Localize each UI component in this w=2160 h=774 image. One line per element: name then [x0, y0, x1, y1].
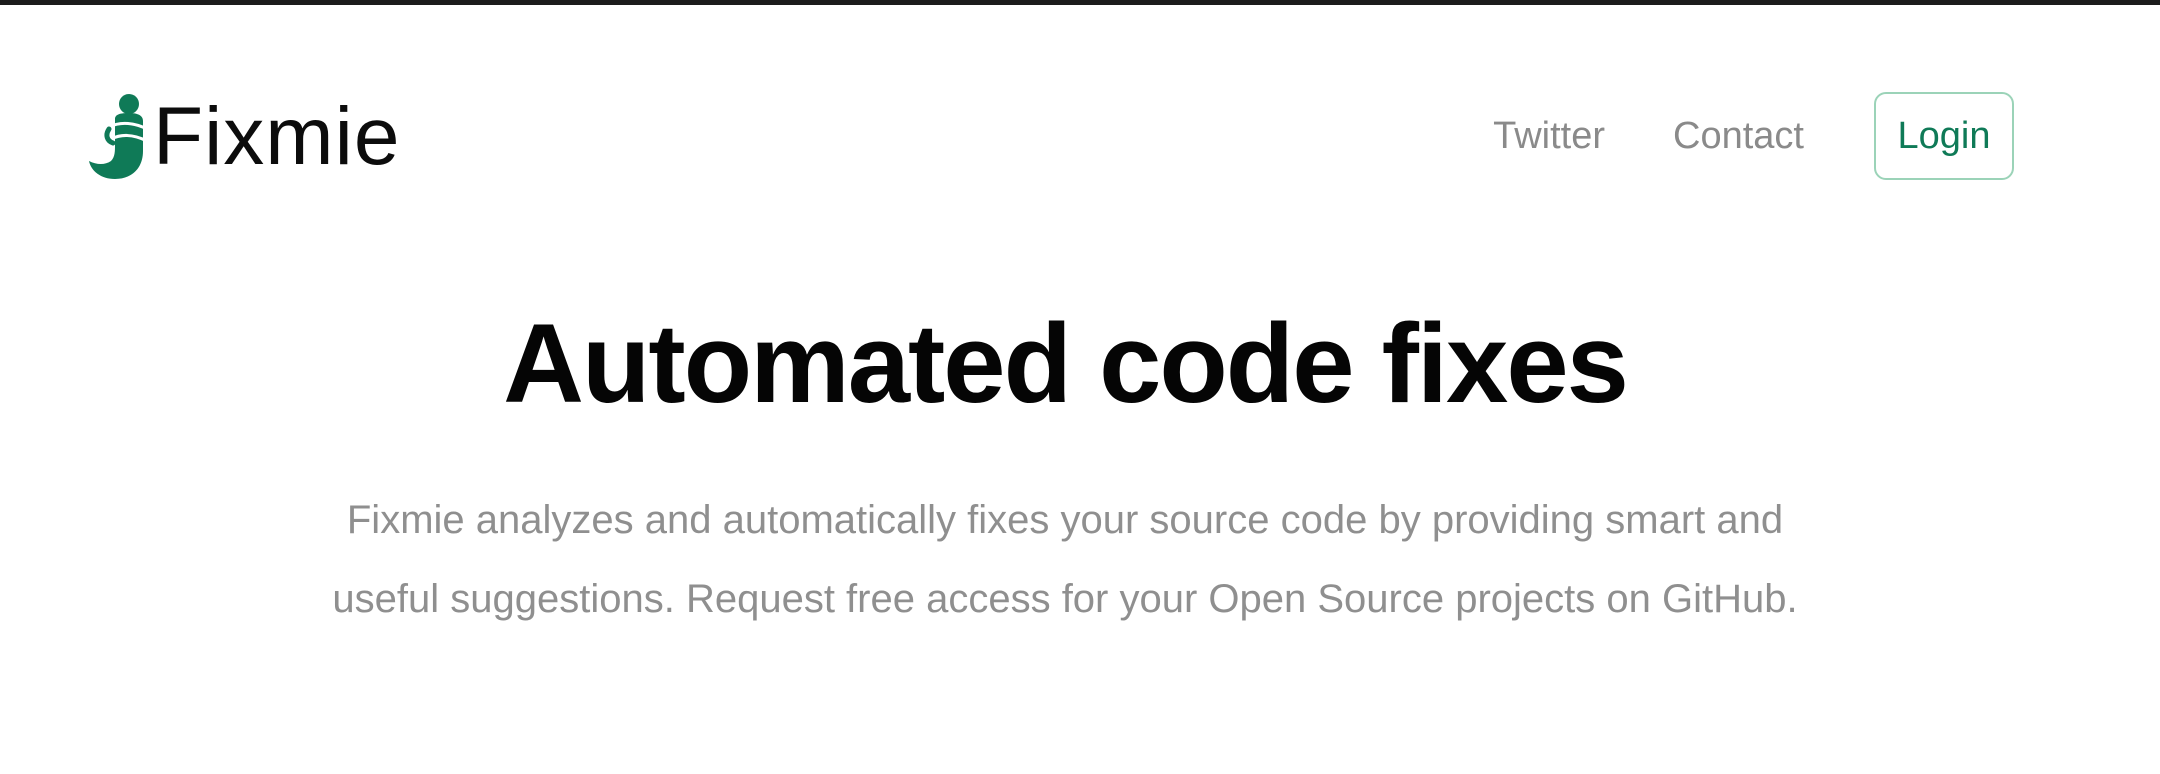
nav-link-twitter[interactable]: Twitter — [1493, 115, 1605, 158]
site-header: Fixmie Twitter Contact Login — [0, 5, 2160, 260]
nav-link-contact[interactable]: Contact — [1673, 115, 1804, 158]
brand-home-link[interactable]: Fixmie — [85, 87, 400, 187]
hero-section: Automated code fixes Fixmie analyzes and… — [0, 300, 2130, 639]
hero-title: Automated code fixes — [503, 301, 1629, 426]
genie-logo-icon — [89, 94, 148, 179]
brand-name: Fixmie — [153, 91, 401, 182]
hero-subtitle: Fixmie analyzes and automatically fixes … — [332, 497, 1798, 621]
top-nav: Twitter Contact Login — [1493, 91, 2014, 181]
login-button[interactable]: Login — [1874, 92, 2014, 180]
